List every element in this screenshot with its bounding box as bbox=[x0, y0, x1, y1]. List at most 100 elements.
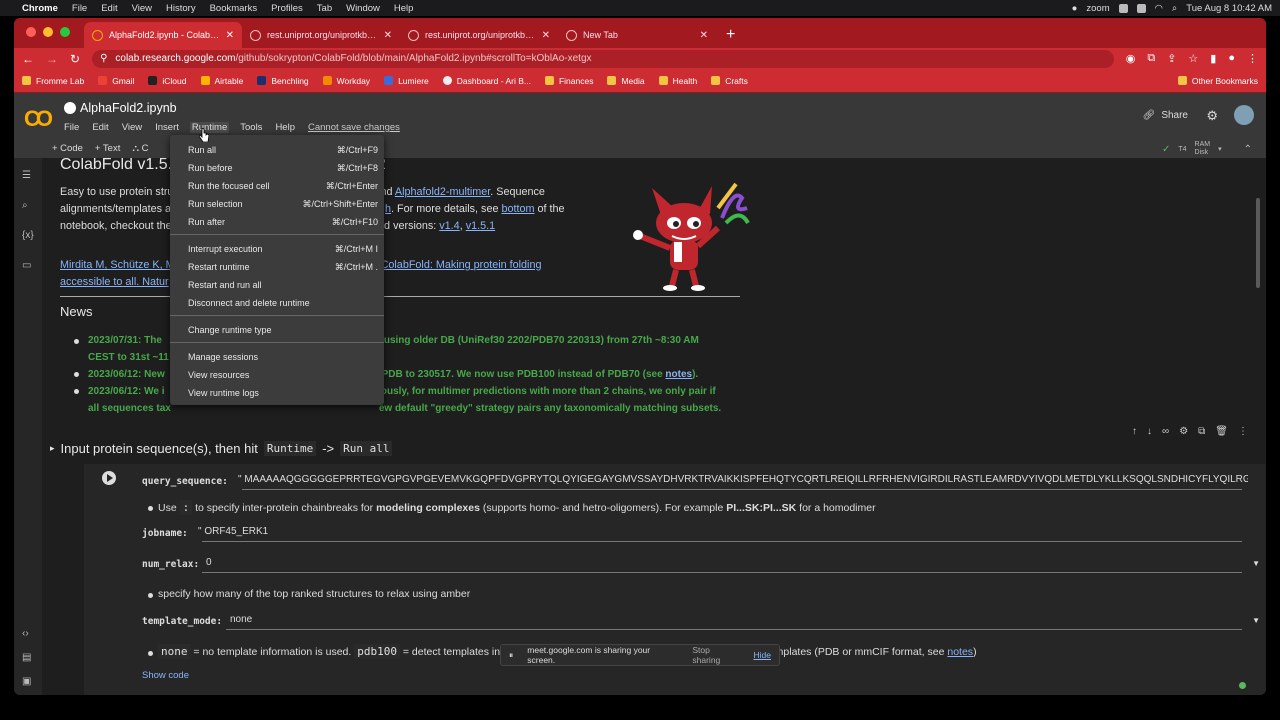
close-tab-icon[interactable]: ✕ bbox=[384, 30, 392, 41]
tab-colab[interactable]: AlphaFold2.ipynb - Colaboratory ✕ bbox=[84, 22, 242, 48]
collapse-arrow-icon[interactable]: ▸ bbox=[50, 443, 55, 454]
more-icon[interactable]: ⋮ bbox=[1238, 426, 1248, 437]
citation-link[interactable]: accessible to all. Natur bbox=[60, 276, 169, 288]
status-icon[interactable] bbox=[1136, 3, 1146, 13]
forward-icon[interactable]: → bbox=[46, 52, 58, 66]
bottom-link[interactable]: bottom bbox=[501, 203, 534, 215]
multimer-link[interactable]: Alphafold2-multimer bbox=[395, 186, 490, 198]
site-info-icon[interactable]: ⚲ bbox=[100, 53, 107, 64]
show-code-link[interactable]: Show code bbox=[142, 670, 189, 681]
notes-link[interactable]: notes bbox=[665, 369, 692, 380]
menu-help[interactable]: Help bbox=[273, 122, 297, 133]
citation-link[interactable]: Mirdita M, Schütze K, M bbox=[60, 259, 175, 271]
bookmark-benchling[interactable]: Benchling bbox=[257, 76, 309, 86]
mac-menu-window[interactable]: Window bbox=[346, 3, 380, 14]
delete-icon[interactable]: 🗑︎ bbox=[1215, 426, 1228, 437]
link-icon[interactable]: ∞ bbox=[1162, 426, 1169, 437]
scrollbar[interactable] bbox=[1256, 198, 1260, 288]
add-text-button[interactable]: + Text bbox=[95, 143, 120, 154]
bookmark-finances[interactable]: Finances bbox=[544, 76, 593, 86]
close-tab-icon[interactable]: ✕ bbox=[542, 30, 550, 41]
bookmark-icloud[interactable]: iCloud bbox=[148, 76, 187, 86]
menu-item-manage-sessions[interactable]: Manage sessions bbox=[188, 352, 378, 362]
toc-icon[interactable]: ☰ bbox=[22, 170, 31, 181]
mac-menu-view[interactable]: View bbox=[132, 3, 152, 14]
runtime-status[interactable]: ✓ T4 RAM Disk ▾ ⌃ bbox=[1162, 141, 1252, 157]
chevron-down-icon[interactable]: ▼ bbox=[1252, 616, 1260, 625]
run-cell-button[interactable] bbox=[102, 471, 116, 485]
mirror-cell-icon[interactable]: ⧉ bbox=[1198, 426, 1205, 437]
mac-menu-help[interactable]: Help bbox=[394, 3, 414, 14]
mac-menu-profiles[interactable]: Profiles bbox=[271, 3, 303, 14]
template-mode-select[interactable]: none bbox=[230, 614, 252, 625]
menu-item-runtime-logs[interactable]: View runtime logs bbox=[188, 388, 378, 398]
bookmark-star-icon[interactable]: ☆ bbox=[1188, 52, 1198, 65]
new-tab-button[interactable]: + bbox=[726, 26, 735, 44]
back-icon[interactable]: ← bbox=[22, 52, 34, 66]
zoom-status[interactable]: zoom bbox=[1086, 3, 1109, 14]
record-icon[interactable]: ● bbox=[1072, 3, 1078, 14]
notebook-title[interactable]: AlphaFold2.ipynb bbox=[64, 101, 177, 115]
menu-item-view-resources[interactable]: View resources bbox=[188, 370, 378, 380]
files-icon[interactable]: ▭ bbox=[22, 260, 31, 271]
chevron-down-icon[interactable]: ▾ bbox=[1218, 145, 1222, 153]
menu-item-run-after[interactable]: Run after ⌘/Ctrl+F10 bbox=[188, 217, 378, 228]
tab-new[interactable]: New Tab ✕ bbox=[558, 22, 716, 48]
menu-item-disconnect[interactable]: Disconnect and delete runtime bbox=[188, 298, 378, 308]
tab-uniprot-2[interactable]: rest.uniprot.org/uniprotkb/P27... ✕ bbox=[400, 22, 558, 48]
menu-edit[interactable]: Edit bbox=[90, 122, 110, 133]
bookmark-fromme-lab[interactable]: Fromme Lab bbox=[22, 76, 84, 86]
notes-link[interactable]: notes bbox=[947, 646, 973, 658]
menu-runtime[interactable]: Runtime bbox=[189, 122, 230, 133]
menu-item-change-runtime[interactable]: Change runtime type bbox=[188, 325, 378, 335]
datetime[interactable]: Tue Aug 8 10:42 AM bbox=[1186, 3, 1272, 14]
settings-gear-icon[interactable]: ⚙ bbox=[1206, 108, 1218, 124]
move-down-icon[interactable]: ↓ bbox=[1147, 426, 1152, 437]
status-icon[interactable] bbox=[1118, 3, 1128, 13]
bookmark-lumiere[interactable]: Lumiere bbox=[384, 76, 429, 86]
hide-banner-button[interactable]: Hide bbox=[754, 650, 771, 660]
menu-item-run-all[interactable]: Run all ⌘/Ctrl+F9 bbox=[188, 145, 378, 156]
mac-menu-edit[interactable]: Edit bbox=[101, 3, 117, 14]
app-menu-chrome[interactable]: Chrome bbox=[22, 3, 58, 14]
mac-menu-tab[interactable]: Tab bbox=[317, 3, 332, 14]
mac-menu-bookmarks[interactable]: Bookmarks bbox=[210, 3, 258, 14]
bookmark-media[interactable]: Media bbox=[607, 76, 645, 86]
bookmark-crafts[interactable]: Crafts bbox=[711, 76, 748, 86]
colab-logo-icon[interactable]: CO bbox=[24, 106, 53, 132]
search-icon[interactable]: ⌕ bbox=[22, 200, 28, 211]
avatar[interactable] bbox=[1234, 105, 1254, 125]
code-snippets-icon[interactable]: ‹› bbox=[22, 628, 29, 639]
menu-item-run-before[interactable]: Run before ⌘/Ctrl+F8 bbox=[188, 163, 378, 174]
menu-tools[interactable]: Tools bbox=[238, 122, 264, 133]
google-lens-icon[interactable]: ◉ bbox=[1126, 52, 1136, 65]
fullscreen-window-icon[interactable] bbox=[60, 27, 70, 37]
copy-to-drive-icon[interactable]: ⛬ C bbox=[132, 143, 148, 154]
wifi-icon[interactable]: ◠ bbox=[1155, 3, 1163, 14]
command-palette-icon[interactable]: ▤ bbox=[22, 652, 31, 663]
citation-link[interactable]: . ColabFold: Making protein folding bbox=[375, 259, 542, 271]
bookmark-airtable[interactable]: Airtable bbox=[200, 76, 243, 86]
menu-insert[interactable]: Insert bbox=[153, 122, 181, 133]
menu-view[interactable]: View bbox=[120, 122, 144, 133]
bookmark-health[interactable]: Health bbox=[658, 76, 697, 86]
close-tab-icon[interactable]: ✕ bbox=[226, 30, 234, 41]
bookmark-gmail[interactable]: Gmail bbox=[98, 76, 134, 86]
reload-icon[interactable]: ↻ bbox=[70, 52, 80, 66]
minimize-window-icon[interactable] bbox=[43, 27, 53, 37]
variables-icon[interactable]: {x} bbox=[22, 230, 34, 241]
query-sequence-input[interactable]: " MAAAAAQGGGGGEPRRTEGVGPGVPGEVEMVKGQPFDV… bbox=[238, 474, 1248, 485]
bookmark-workday[interactable]: Workday bbox=[322, 76, 370, 86]
other-bookmarks[interactable]: Other Bookmarks bbox=[1177, 76, 1258, 86]
cannot-save-link[interactable]: Cannot save changes bbox=[308, 122, 400, 133]
move-up-icon[interactable]: ↑ bbox=[1132, 426, 1137, 437]
v1-5-1-link[interactable]: v1.5.1 bbox=[466, 220, 495, 232]
close-window-icon[interactable] bbox=[26, 27, 36, 37]
collapse-icon[interactable]: ⌃ bbox=[1244, 144, 1252, 155]
close-tab-icon[interactable]: ✕ bbox=[700, 30, 708, 41]
num-relax-select[interactable]: 0 bbox=[206, 557, 212, 568]
menu-item-run-focused[interactable]: Run the focused cell ⌘/Ctrl+Enter bbox=[188, 181, 378, 192]
add-code-button[interactable]: + Code bbox=[52, 143, 83, 154]
url-input[interactable]: ⚲ colab.research.google.com/github/sokry… bbox=[92, 49, 1114, 68]
settings-icon[interactable]: ⚙ bbox=[1179, 426, 1188, 437]
